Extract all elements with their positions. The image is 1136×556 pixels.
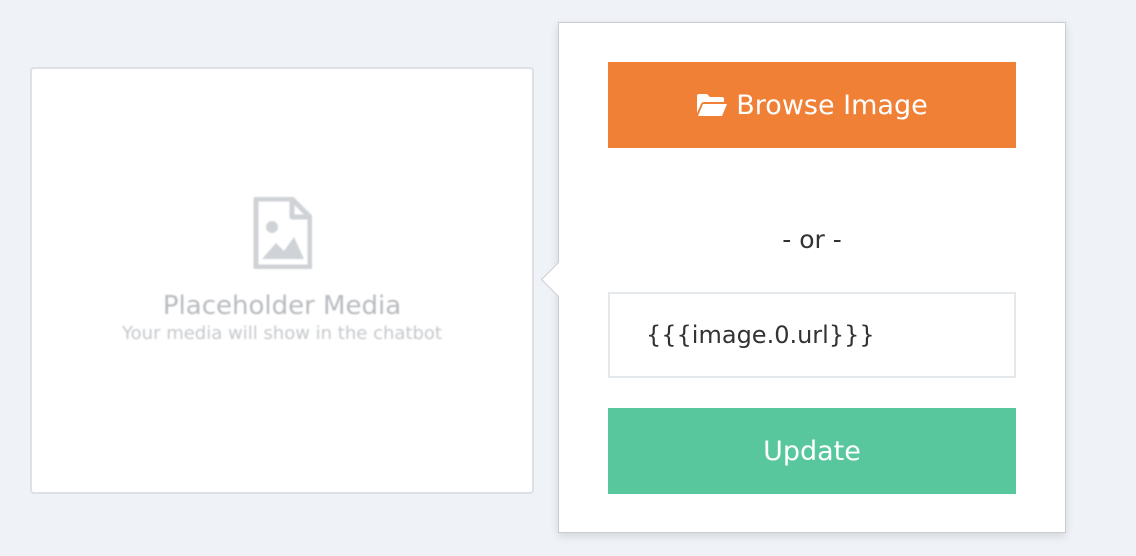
media-card[interactable]: Placeholder Media Your media will show i…: [30, 67, 534, 494]
or-separator: - or -: [782, 225, 842, 254]
folder-open-icon: [697, 94, 728, 116]
media-subtitle: Your media will show in the chatbot: [122, 323, 442, 344]
media-title: Placeholder Media: [162, 291, 402, 321]
media-popover: Browse Image - or - Update: [540, 22, 1066, 533]
update-button[interactable]: Update: [608, 408, 1016, 494]
browse-image-label: Browse Image: [736, 89, 928, 121]
image-url-input[interactable]: [608, 292, 1016, 378]
popover-arrow: [540, 261, 577, 298]
media-placeholder: Placeholder Media Your media will show i…: [32, 197, 532, 345]
image-file-icon: [253, 197, 312, 269]
update-label: Update: [763, 435, 861, 467]
browse-image-button[interactable]: Browse Image: [608, 62, 1016, 148]
